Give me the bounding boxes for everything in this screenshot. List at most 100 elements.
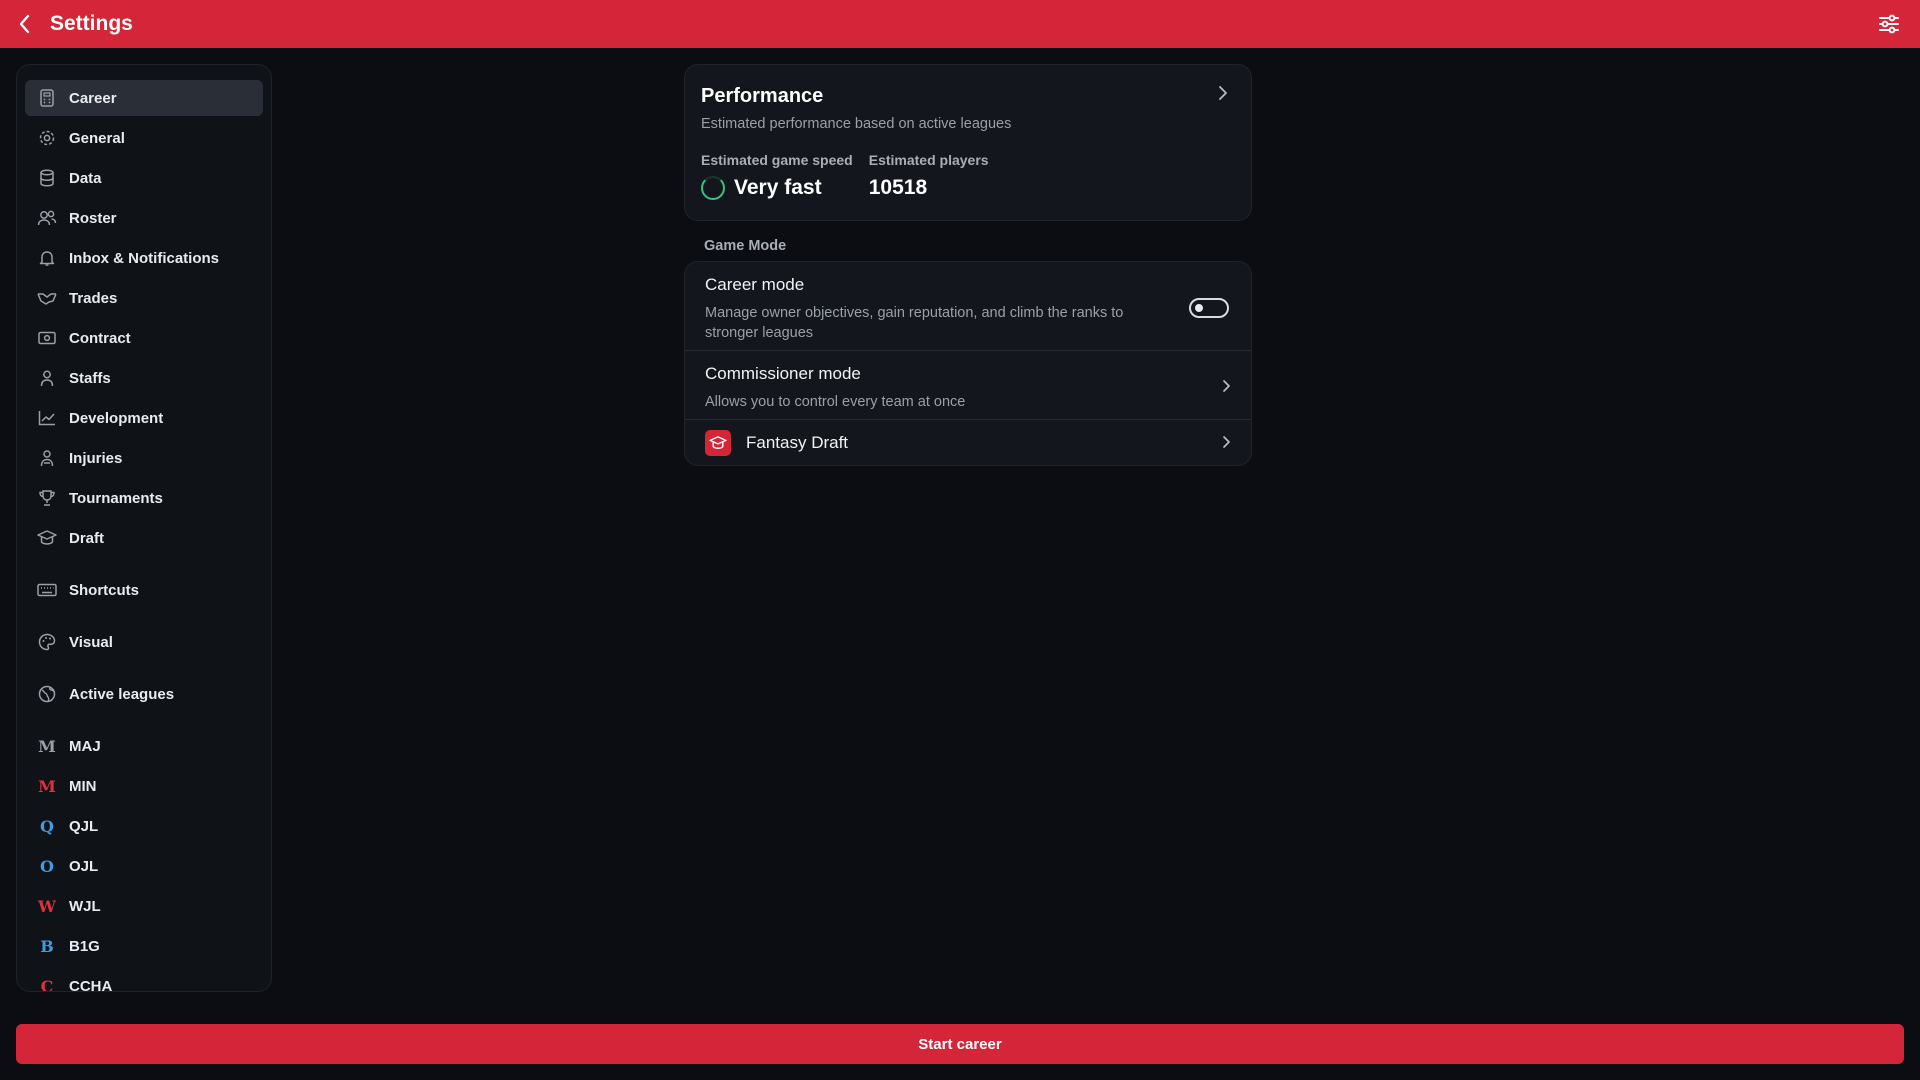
sidebar-item-active-leagues[interactable]: Active leagues <box>25 676 263 712</box>
settings-sidebar: Career General Data Roster Inbox & Notif… <box>16 64 272 992</box>
sidebar-item-tournaments[interactable]: Tournaments <box>25 480 263 516</box>
performance-title: Performance <box>701 85 824 107</box>
injured-person-icon <box>37 448 57 468</box>
sidebar-item-label: Shortcuts <box>69 581 140 599</box>
calculator-icon <box>37 88 57 108</box>
sidebar-item-label: Development <box>69 409 164 427</box>
gear-icon <box>37 128 57 148</box>
person-icon <box>37 368 57 388</box>
sidebar-item-label: General <box>69 129 125 147</box>
trophy-icon <box>37 488 57 508</box>
sidebar-item-general[interactable]: General <box>25 120 263 156</box>
sidebar-item-label: Active leagues <box>69 685 175 703</box>
league-ojl-logo-icon: O <box>40 856 54 876</box>
sidebar-item-label: MIN <box>69 777 97 795</box>
settings-sliders-button[interactable] <box>1876 12 1902 36</box>
database-icon <box>37 168 57 188</box>
page-title: Settings <box>50 12 133 35</box>
league-wjl-logo-icon: W <box>38 896 56 916</box>
sidebar-item-label: CCHA <box>69 977 113 992</box>
game-speed-text: Very fast <box>734 176 822 199</box>
graduation-cap-icon <box>37 528 57 548</box>
league-ccha-logo-icon: C <box>40 976 54 992</box>
graduation-cap-icon <box>705 429 731 456</box>
chevron-left-icon <box>19 14 30 34</box>
sidebar-item-label: WJL <box>69 897 101 915</box>
sidebar-league-ojl[interactable]: O OJL <box>25 848 263 884</box>
career-mode-description: Manage owner objectives, gain reputation… <box>705 305 1124 341</box>
sidebar-item-label: Roster <box>69 209 117 227</box>
fantasy-draft-label: Fantasy Draft <box>746 432 849 452</box>
chart-line-icon <box>37 408 57 428</box>
chevron-right-icon <box>1217 433 1235 451</box>
toggle-knob <box>1195 304 1203 312</box>
sidebar-item-label: OJL <box>69 857 99 875</box>
sidebar-league-qjl[interactable]: Q QJL <box>25 808 263 844</box>
players-value: 10518 <box>868 176 928 199</box>
sidebar-item-draft[interactable]: Draft <box>25 520 263 556</box>
sidebar-item-staffs[interactable]: Staffs <box>25 360 263 396</box>
commissioner-mode-row[interactable]: Commissioner mode Allows you to control … <box>685 351 1251 420</box>
chevron-right-icon[interactable] <box>1213 83 1233 103</box>
sliders-icon <box>1879 14 1899 34</box>
performance-card[interactable]: Performance Estimated performance based … <box>684 64 1252 221</box>
game-speed-value: Very fast <box>701 176 853 200</box>
sidebar-item-label: Injuries <box>69 449 123 467</box>
progress-ring-icon <box>701 176 725 200</box>
commissioner-mode-title: Commissioner mode <box>705 364 861 383</box>
sidebar-item-label: Staffs <box>69 369 111 387</box>
palette-icon <box>37 632 57 652</box>
league-maj-logo-icon: M <box>38 736 56 756</box>
career-mode-toggle[interactable] <box>1189 298 1229 318</box>
sidebar-item-injuries[interactable]: Injuries <box>25 440 263 476</box>
sidebar-item-shortcuts[interactable]: Shortcuts <box>25 572 263 608</box>
sidebar-league-wjl[interactable]: W WJL <box>25 888 263 924</box>
sidebar-league-maj[interactable]: M MAJ <box>25 728 263 764</box>
sidebar-item-label: Data <box>69 169 102 187</box>
keyboard-icon <box>37 580 57 600</box>
sidebar-league-b1g[interactable]: B B1G <box>25 928 263 964</box>
fantasy-draft-row[interactable]: Fantasy Draft <box>685 420 1251 465</box>
game-speed-label: Estimated game speed <box>701 152 853 168</box>
players-label: Estimated players <box>868 152 989 168</box>
performance-subtitle: Estimated performance based on active le… <box>701 116 1012 132</box>
sidebar-league-ccha[interactable]: C CCHA <box>25 968 263 992</box>
handshake-icon <box>37 288 57 308</box>
money-icon <box>37 328 57 348</box>
sidebar-item-label: Inbox & Notifications <box>69 249 219 267</box>
sidebar-item-inbox-notifications[interactable]: Inbox & Notifications <box>25 240 263 276</box>
sidebar-item-development[interactable]: Development <box>25 400 263 436</box>
sidebar-item-contract[interactable]: Contract <box>25 320 263 356</box>
bell-icon <box>37 248 57 268</box>
career-mode-row: Career mode Manage owner objectives, gai… <box>685 262 1251 351</box>
sidebar-league-min[interactable]: M MIN <box>25 768 263 804</box>
sidebar-item-data[interactable]: Data <box>25 160 263 196</box>
users-icon <box>37 208 57 228</box>
sidebar-item-label: Draft <box>69 529 105 547</box>
league-qjl-logo-icon: Q <box>40 816 54 836</box>
league-b1g-logo-icon: B <box>40 936 54 956</box>
sidebar-item-label: Career <box>69 89 117 107</box>
league-min-logo-icon: M <box>38 776 56 796</box>
chevron-right-icon <box>1217 377 1235 395</box>
sidebar-item-label: Trades <box>69 289 118 307</box>
commissioner-mode-description: Allows you to control every team at once <box>705 394 966 410</box>
game-mode-card: Career mode Manage owner objectives, gai… <box>684 261 1252 466</box>
back-button[interactable] <box>0 0 50 48</box>
sidebar-item-label: Contract <box>69 329 131 347</box>
sidebar-item-label: QJL <box>69 817 99 835</box>
top-bar: Settings <box>0 0 1920 48</box>
performance-stats: Estimated game speed Very fast Estimated… <box>701 152 1235 200</box>
sidebar-item-visual[interactable]: Visual <box>25 624 263 660</box>
start-career-button[interactable]: Start career <box>16 1024 1904 1064</box>
players-stat: Estimated players 10518 <box>869 152 989 200</box>
sidebar-item-roster[interactable]: Roster <box>25 200 263 236</box>
sidebar-item-career[interactable]: Career <box>25 80 263 116</box>
sidebar-item-label: B1G <box>69 937 100 955</box>
sidebar-item-trades[interactable]: Trades <box>25 280 263 316</box>
sidebar-item-label: MAJ <box>69 737 101 755</box>
